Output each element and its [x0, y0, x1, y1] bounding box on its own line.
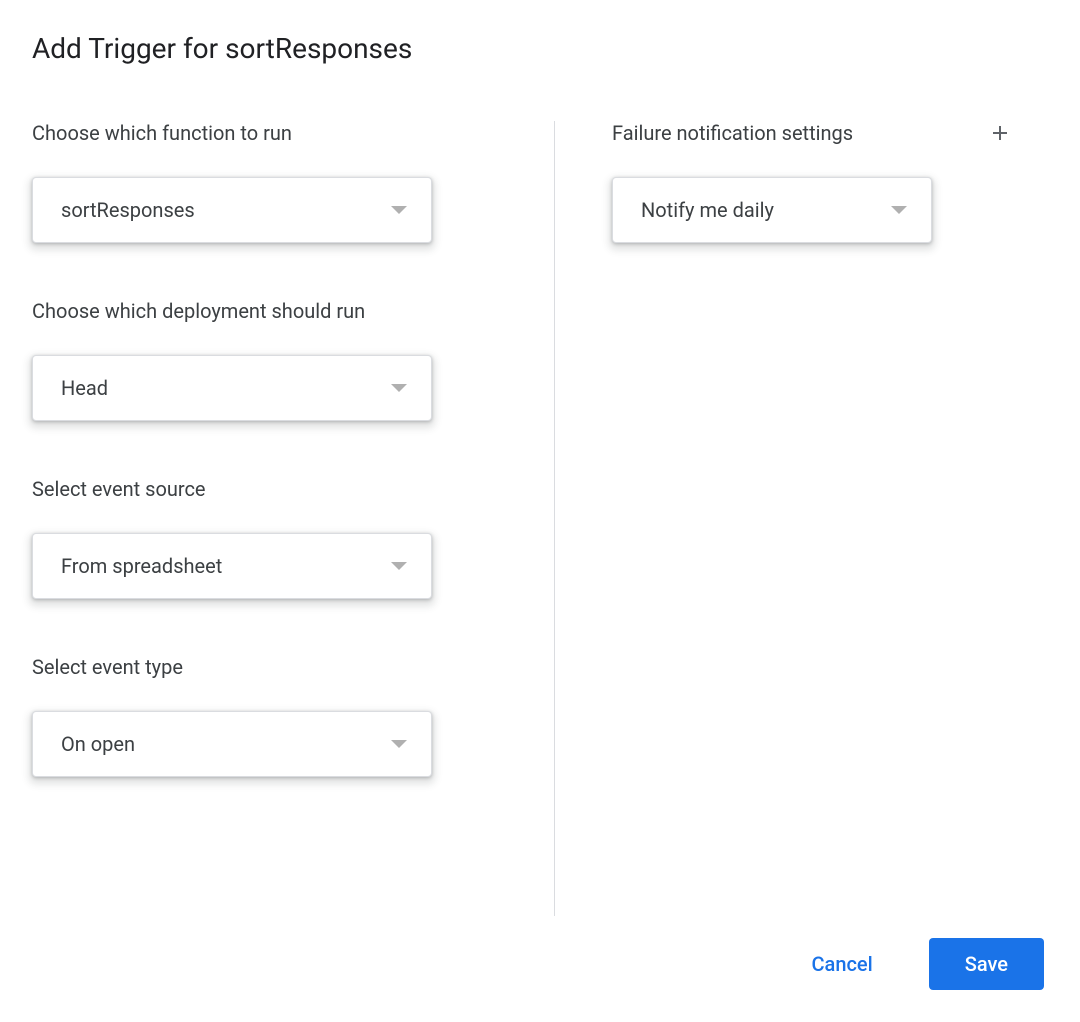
deployment-label: Choose which deployment should run [32, 299, 492, 323]
event-type-label: Select event type [32, 655, 492, 679]
event-type-field: Select event type On open [32, 655, 492, 777]
event-source-dropdown[interactable]: From spreadsheet [32, 533, 432, 599]
deployment-field: Choose which deployment should run Head [32, 299, 492, 421]
event-source-field: Select event source From spreadsheet [32, 477, 492, 599]
notification-label: Failure notification settings [612, 121, 853, 145]
chevron-down-icon [391, 206, 407, 214]
column-divider [554, 121, 555, 916]
right-column: Failure notification settings Notify me … [522, 121, 1012, 833]
function-field: Choose which function to run sortRespons… [32, 121, 492, 243]
deployment-dropdown[interactable]: Head [32, 355, 432, 421]
chevron-down-icon [891, 206, 907, 214]
function-dropdown-value: sortResponses [61, 198, 195, 222]
event-source-dropdown-value: From spreadsheet [61, 554, 222, 578]
left-column: Choose which function to run sortRespons… [32, 121, 522, 833]
notification-header: Failure notification settings [612, 121, 1012, 145]
dialog-footer: Cancel Save [796, 938, 1045, 990]
chevron-down-icon [391, 562, 407, 570]
event-source-label: Select event source [32, 477, 492, 501]
add-notification-button[interactable] [988, 121, 1012, 145]
notification-dropdown-value: Notify me daily [641, 198, 774, 222]
deployment-dropdown-value: Head [61, 376, 108, 400]
chevron-down-icon [391, 740, 407, 748]
cancel-button[interactable]: Cancel [796, 940, 889, 988]
event-type-dropdown[interactable]: On open [32, 711, 432, 777]
content-area: Choose which function to run sortRespons… [32, 121, 1048, 833]
save-button[interactable]: Save [929, 938, 1044, 990]
event-type-dropdown-value: On open [61, 732, 135, 756]
function-dropdown[interactable]: sortResponses [32, 177, 432, 243]
dialog-title: Add Trigger for sortResponses [32, 32, 1048, 65]
chevron-down-icon [391, 384, 407, 392]
notification-dropdown[interactable]: Notify me daily [612, 177, 932, 243]
function-label: Choose which function to run [32, 121, 492, 145]
notification-field: Failure notification settings Notify me … [612, 121, 1012, 243]
plus-icon [988, 121, 1012, 145]
